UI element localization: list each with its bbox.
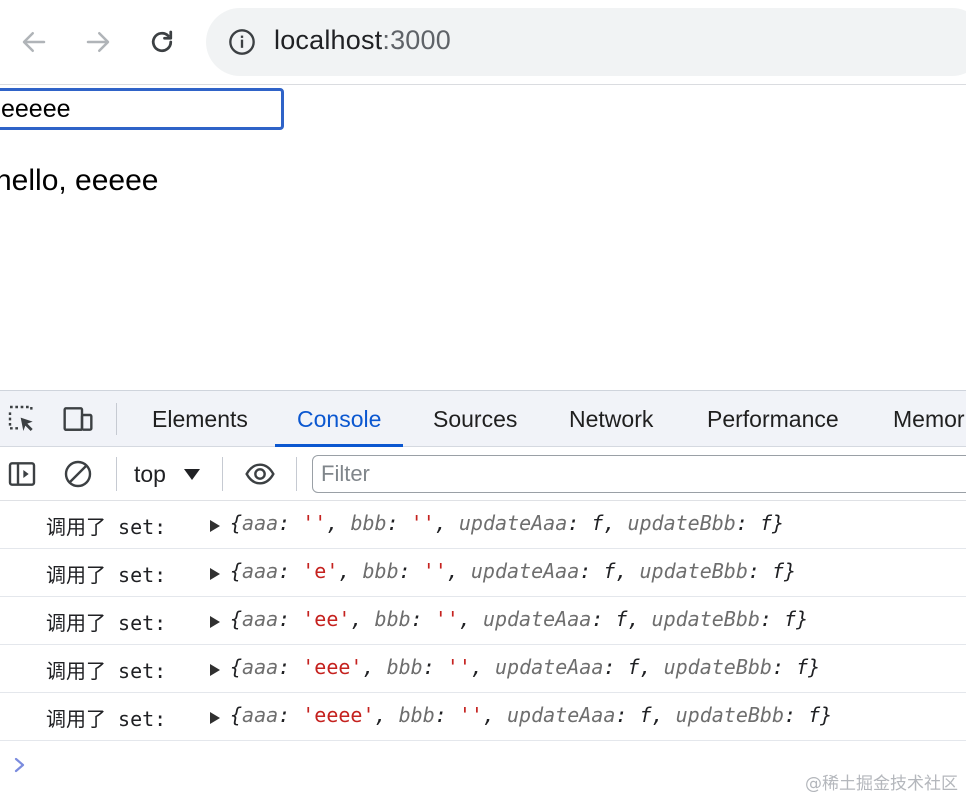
- console-messages: 调用了 set: {aaa: '', bbb: '', updateAaa: f…: [0, 501, 966, 741]
- reload-icon: [151, 30, 173, 53]
- tab-performance[interactable]: Performance: [707, 391, 839, 447]
- url-text: localhost:3000: [274, 25, 451, 56]
- toolbar-divider: [222, 457, 223, 491]
- tab-console[interactable]: Console: [274, 391, 404, 447]
- expand-triangle-icon[interactable]: [210, 712, 220, 724]
- browser-toolbar: localhost:3000: [0, 0, 966, 85]
- greeting-text: hello, eeeee: [0, 164, 159, 197]
- expand-triangle-icon[interactable]: [210, 664, 220, 676]
- console-message: 调用了 set: {aaa: 'eee', bbb: '', updateAaa…: [0, 645, 966, 693]
- tab-sources[interactable]: Sources: [433, 391, 517, 447]
- context-selector[interactable]: top: [134, 457, 200, 491]
- toolbar-divider: [296, 457, 297, 491]
- clear-console-icon[interactable]: [62, 458, 94, 490]
- chevron-down-icon: [183, 468, 200, 480]
- console-message: 调用了 set: {aaa: 'ee', bbb: '', updateAaa:…: [0, 597, 966, 645]
- devtools-panel: Elements Console Sources Network Perform…: [0, 390, 966, 800]
- toolbar-divider: [116, 457, 117, 491]
- tab-network[interactable]: Network: [569, 391, 653, 447]
- device-toolbar-icon[interactable]: [62, 403, 94, 435]
- info-icon[interactable]: [228, 28, 256, 56]
- console-message: 调用了 set: {aaa: '', bbb: '', updateAaa: f…: [0, 501, 966, 549]
- expand-triangle-icon[interactable]: [210, 616, 220, 628]
- log-object[interactable]: {aaa: 'e', bbb: '', updateAaa: f, update…: [230, 559, 796, 583]
- arrow-right-icon: [86, 32, 110, 52]
- reload-button[interactable]: [142, 22, 182, 62]
- name-input[interactable]: [0, 88, 284, 130]
- console-prompt-icon[interactable]: [10, 753, 30, 777]
- tab-elements[interactable]: Elements: [152, 391, 248, 447]
- expand-triangle-icon[interactable]: [210, 568, 220, 580]
- inspect-element-icon[interactable]: [6, 403, 38, 435]
- devtools-tabbar: Elements Console Sources Network Perform…: [0, 391, 966, 447]
- context-label: top: [134, 460, 166, 487]
- log-object[interactable]: {aaa: '', bbb: '', updateAaa: f, updateB…: [230, 511, 784, 535]
- arrow-left-icon: [22, 32, 46, 52]
- tab-memory[interactable]: Memor: [893, 391, 965, 447]
- eye-icon[interactable]: [242, 458, 278, 490]
- log-object[interactable]: {aaa: 'eeee', bbb: '', updateAaa: f, upd…: [230, 703, 832, 727]
- sidebar-toggle-icon[interactable]: [6, 458, 38, 490]
- address-bar[interactable]: localhost:3000: [206, 8, 966, 76]
- page-content: hello, eeeee: [0, 86, 966, 390]
- url-host: localhost: [274, 25, 383, 55]
- log-prefix: 调用了 set:: [46, 659, 167, 683]
- log-prefix: 调用了 set:: [46, 611, 167, 635]
- log-object[interactable]: {aaa: 'ee', bbb: '', updateAaa: f, updat…: [230, 607, 808, 631]
- console-message: 调用了 set: {aaa: 'eeee', bbb: '', updateAa…: [0, 693, 966, 741]
- log-prefix: 调用了 set:: [46, 563, 167, 587]
- console-toolbar: top: [0, 447, 966, 501]
- url-port: :3000: [382, 25, 451, 55]
- back-button[interactable]: [14, 22, 54, 62]
- log-object[interactable]: {aaa: 'eee', bbb: '', updateAaa: f, upda…: [230, 655, 820, 679]
- log-prefix: 调用了 set:: [46, 515, 167, 539]
- toolbar-divider: [116, 403, 117, 435]
- filter-input[interactable]: [312, 455, 966, 493]
- forward-button[interactable]: [78, 22, 118, 62]
- console-message: 调用了 set: {aaa: 'e', bbb: '', updateAaa: …: [0, 549, 966, 597]
- expand-triangle-icon[interactable]: [210, 520, 220, 532]
- log-prefix: 调用了 set:: [46, 707, 167, 731]
- watermark: @稀土掘金技术社区: [805, 774, 958, 794]
